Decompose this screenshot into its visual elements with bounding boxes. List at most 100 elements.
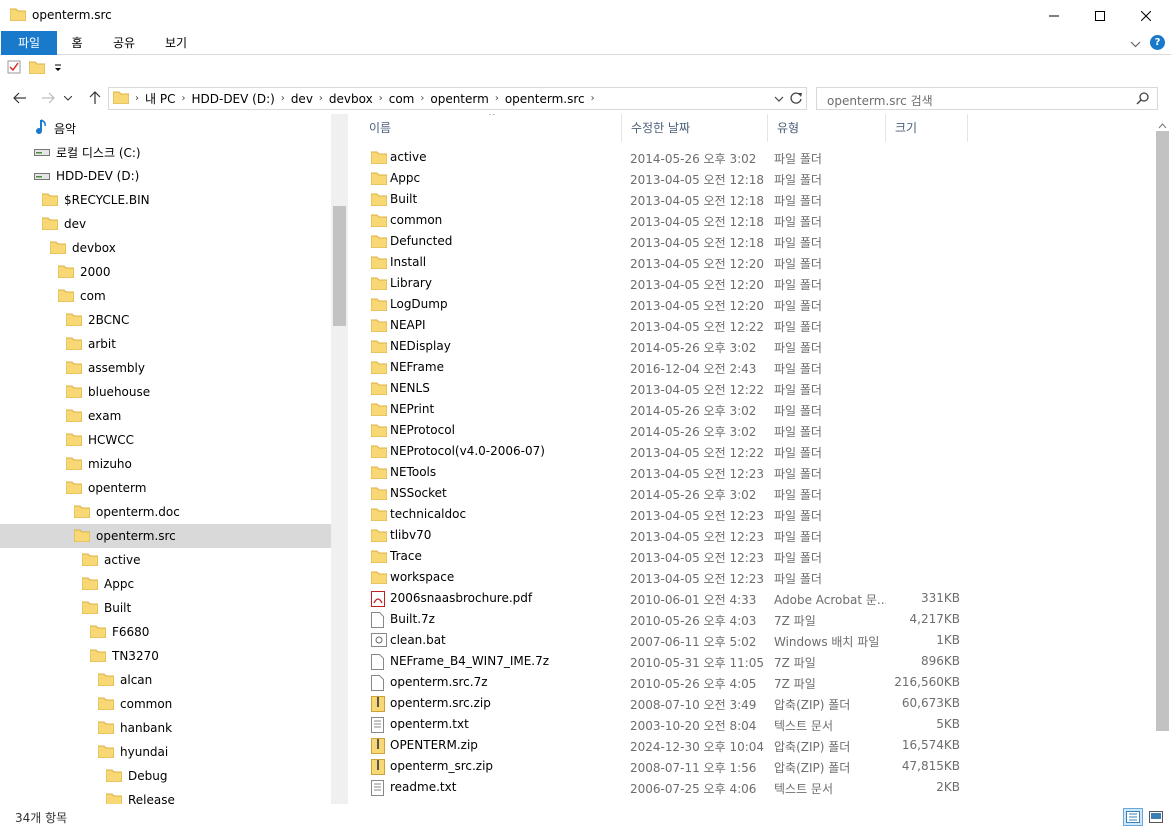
- file-row[interactable]: Built.7z 2010-05-26 오후 4:03 7Z 파일 4,217KB: [360, 609, 1153, 630]
- help-icon[interactable]: ?: [1150, 35, 1165, 50]
- file-row[interactable]: 2006snaasbrochure.pdf 2010-06-01 오전 4:33 A…: [360, 588, 1153, 609]
- tab-file[interactable]: 파일: [1, 31, 57, 55]
- file-row[interactable]: LogDump 2013-04-05 오전 12:20 파일 폴더: [360, 294, 1153, 315]
- navigation-pane[interactable]: 음악 로컬 디스크 (C:) HDD-DEV (D:) $RECYCLE.BIN dev…: [0, 114, 331, 804]
- breadcrumb-dev[interactable]: dev: [291, 92, 313, 106]
- address-bar[interactable]: › 내 PC › HDD-DEV (D:) › dev › devbox › c…: [108, 87, 807, 110]
- chevron-right-icon[interactable]: ›: [414, 93, 430, 104]
- nav-tree-item[interactable]: Release: [0, 788, 331, 804]
- file-row[interactable]: readme.txt 2006-07-25 오후 4:06 텍스트 문서 2KB: [360, 777, 1153, 798]
- maximize-button[interactable]: [1077, 0, 1123, 31]
- nav-tree-item[interactable]: bluehouse: [0, 380, 331, 404]
- file-row[interactable]: Install 2013-04-05 오전 12:20 파일 폴더: [360, 252, 1153, 273]
- file-list-scrollbar[interactable]: [1154, 114, 1171, 804]
- details-view-button[interactable]: [1123, 808, 1143, 826]
- nav-tree-item[interactable]: dev: [0, 212, 331, 236]
- column-header-size[interactable]: 크기: [886, 114, 968, 142]
- nav-tree-item[interactable]: com: [0, 284, 331, 308]
- recent-locations-button[interactable]: [62, 89, 74, 107]
- breadcrumb-com[interactable]: com: [389, 92, 415, 106]
- file-row[interactable]: openterm.txt 2003-10-20 오전 8:04 텍스트 문서 5KB: [360, 714, 1153, 735]
- refresh-icon[interactable]: [789, 91, 803, 109]
- nav-tree-item[interactable]: hyundai: [0, 740, 331, 764]
- file-row[interactable]: common 2013-04-05 오전 12:18 파일 폴더: [360, 210, 1153, 231]
- file-row[interactable]: Library 2013-04-05 오전 12:20 파일 폴더: [360, 273, 1153, 294]
- address-dropdown-icon[interactable]: [774, 92, 784, 106]
- close-button[interactable]: [1123, 0, 1169, 31]
- file-row[interactable]: Built 2013-04-05 오전 12:18 파일 폴더: [360, 189, 1153, 210]
- breadcrumb-openterm[interactable]: openterm: [430, 92, 488, 106]
- nav-tree-item[interactable]: openterm.src: [0, 524, 331, 548]
- nav-tree-item[interactable]: 로컬 디스크 (C:): [0, 140, 331, 164]
- scroll-up-icon[interactable]: [1158, 118, 1167, 132]
- chevron-right-icon[interactable]: ›: [585, 93, 601, 104]
- nav-tree-item[interactable]: 2000: [0, 260, 331, 284]
- chevron-right-icon[interactable]: ›: [313, 93, 329, 104]
- file-row[interactable]: NEAPI 2013-04-05 오전 12:22 파일 폴더: [360, 315, 1153, 336]
- column-header-name[interactable]: ^ 이름: [360, 114, 622, 142]
- minimize-button[interactable]: [1031, 0, 1077, 31]
- new-folder-icon[interactable]: [28, 60, 46, 77]
- nav-tree-item[interactable]: 음악: [0, 116, 331, 140]
- tab-home[interactable]: 홈: [62, 31, 92, 55]
- file-row[interactable]: workspace 2013-04-05 오전 12:23 파일 폴더: [360, 567, 1153, 588]
- scrollbar-thumb[interactable]: [1156, 131, 1169, 731]
- breadcrumb-openterm-src[interactable]: openterm.src: [505, 92, 585, 106]
- search-icon[interactable]: [1136, 92, 1149, 108]
- nav-tree-item[interactable]: openterm: [0, 476, 331, 500]
- large-icons-view-button[interactable]: [1146, 808, 1166, 826]
- file-row[interactable]: NENLS 2013-04-05 오전 12:22 파일 폴더: [360, 378, 1153, 399]
- file-row[interactable]: Defuncted 2013-04-05 오전 12:18 파일 폴더: [360, 231, 1153, 252]
- nav-tree-item[interactable]: mizuho: [0, 452, 331, 476]
- scrollbar-thumb[interactable]: [333, 206, 346, 326]
- column-header-date[interactable]: 수정한 날짜: [622, 114, 768, 142]
- chevron-right-icon[interactable]: ›: [275, 93, 291, 104]
- up-button[interactable]: [85, 89, 105, 107]
- tab-share[interactable]: 공유: [106, 31, 142, 55]
- file-row[interactable]: active 2014-05-26 오후 3:02 파일 폴더: [360, 147, 1153, 168]
- file-row[interactable]: NEFrame_B4_WIN7_IME.7z 2010-05-31 오후 11:0…: [360, 651, 1153, 672]
- nav-tree-item[interactable]: alcan: [0, 668, 331, 692]
- column-header-type[interactable]: 유형: [768, 114, 886, 142]
- forward-button[interactable]: [38, 89, 58, 107]
- nav-tree-item[interactable]: 2BCNC: [0, 308, 331, 332]
- chevron-right-icon[interactable]: ›: [129, 93, 145, 104]
- nav-tree-item[interactable]: openterm.doc: [0, 500, 331, 524]
- file-row[interactable]: NEProtocol(v4.0-2006-07) 2013-04-05 오전 12…: [360, 441, 1153, 462]
- nav-tree-item[interactable]: devbox: [0, 236, 331, 260]
- nav-tree-item[interactable]: common: [0, 692, 331, 716]
- file-row[interactable]: technicaldoc 2013-04-05 오전 12:23 파일 폴더: [360, 504, 1153, 525]
- nav-tree-item[interactable]: arbit: [0, 332, 331, 356]
- file-row[interactable]: NEDisplay 2014-05-26 오후 3:02 파일 폴더: [360, 336, 1153, 357]
- nav-tree-item[interactable]: HCWCC: [0, 428, 331, 452]
- nav-tree-item[interactable]: Appc: [0, 572, 331, 596]
- nav-tree-item[interactable]: exam: [0, 404, 331, 428]
- file-row[interactable]: NEFrame 2016-12-04 오전 2:43 파일 폴더: [360, 357, 1153, 378]
- nav-tree-item[interactable]: F6680: [0, 620, 331, 644]
- nav-tree-item[interactable]: active: [0, 548, 331, 572]
- file-row[interactable]: openterm.src.zip 2008-07-10 오전 3:49 압축(ZIP…: [360, 693, 1153, 714]
- properties-icon[interactable]: [7, 60, 21, 77]
- file-row[interactable]: NEProtocol 2014-05-26 오후 3:02 파일 폴더: [360, 420, 1153, 441]
- nav-pane-scrollbar[interactable]: [331, 114, 348, 804]
- file-row[interactable]: openterm_src.zip 2008-07-11 오후 1:56 압축(ZIP…: [360, 756, 1153, 777]
- search-box[interactable]: openterm.src 검색: [816, 87, 1158, 110]
- nav-tree-item[interactable]: Debug: [0, 764, 331, 788]
- file-row[interactable]: openterm.src.7z 2010-05-26 오후 4:05 7Z 파일 21…: [360, 672, 1153, 693]
- nav-tree-item[interactable]: $RECYCLE.BIN: [0, 188, 331, 212]
- file-row[interactable]: NSSocket 2014-05-26 오후 3:02 파일 폴더: [360, 483, 1153, 504]
- chevron-right-icon[interactable]: ›: [373, 93, 389, 104]
- nav-tree-item[interactable]: TN3270: [0, 644, 331, 668]
- file-row[interactable]: OPENTERM.zip 2024-12-30 오후 10:04 압축(ZIP) 폴…: [360, 735, 1153, 756]
- file-row[interactable]: Appc 2013-04-05 오전 12:18 파일 폴더: [360, 168, 1153, 189]
- file-row[interactable]: clean.bat 2007-06-11 오후 5:02 Windows 배치 파일…: [360, 630, 1153, 651]
- file-row[interactable]: NEPrint 2014-05-26 오후 3:02 파일 폴더: [360, 399, 1153, 420]
- chevron-right-icon[interactable]: ›: [175, 93, 191, 104]
- customize-qat-icon[interactable]: [54, 61, 62, 75]
- breadcrumb-hdd-dev[interactable]: HDD-DEV (D:): [191, 92, 274, 106]
- nav-tree-item[interactable]: hanbank: [0, 716, 331, 740]
- chevron-right-icon[interactable]: ›: [489, 93, 505, 104]
- nav-tree-item[interactable]: assembly: [0, 356, 331, 380]
- tab-view[interactable]: 보기: [158, 31, 194, 55]
- nav-tree-item[interactable]: HDD-DEV (D:): [0, 164, 331, 188]
